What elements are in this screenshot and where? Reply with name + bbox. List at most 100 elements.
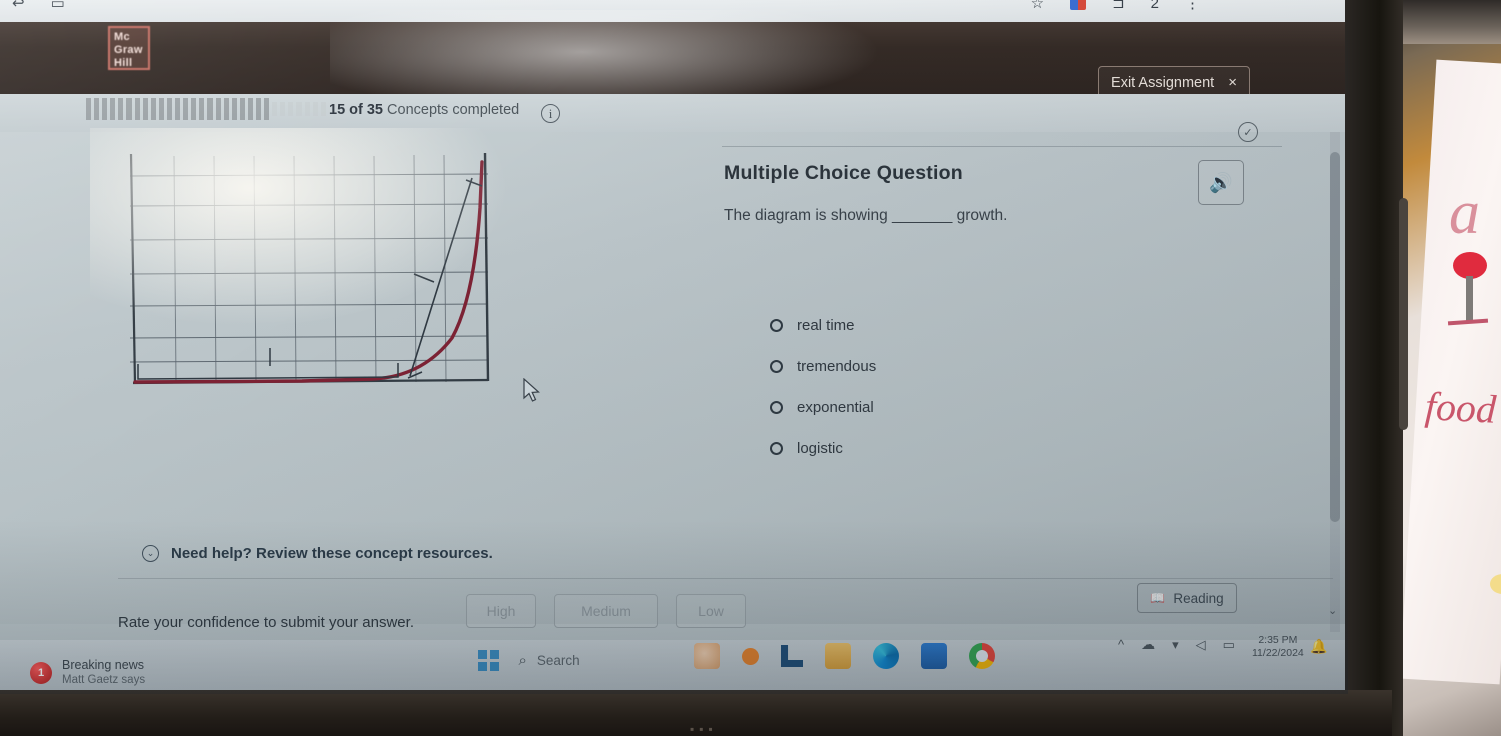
bookmark-icon[interactable]: ☆ — [1031, 0, 1044, 12]
progress-segment — [223, 98, 229, 120]
progress-suffix: Concepts completed — [387, 102, 520, 118]
radio-button-icon[interactable] — [770, 319, 783, 332]
tangent-mid-tick — [413, 273, 435, 283]
news-title: Breaking news — [62, 658, 144, 672]
search-label: Search — [536, 652, 580, 668]
progress-segment — [102, 98, 108, 120]
progress-segment — [175, 98, 181, 120]
chevron-down-icon[interactable]: ⌄ — [142, 545, 159, 562]
news-widget[interactable]: 1 Breaking news Matt Gaetz says — [30, 658, 145, 688]
logo-line-1: Mc — [114, 31, 130, 43]
windows-start-icon[interactable] — [478, 650, 499, 671]
laptop-bezel-right — [1345, 0, 1403, 736]
progress-segment — [166, 98, 173, 120]
reading-label: Reading — [1173, 590, 1224, 606]
lseat-icon[interactable] — [781, 645, 803, 667]
answer-option-label: real time — [797, 317, 855, 334]
reading-button[interactable]: 📖 Reading — [1137, 583, 1237, 613]
pumpkin-icon[interactable] — [742, 647, 759, 665]
laptop-screen: ↩ ▭ ☆ ⊐ 2 ⋮ Mc Graw Hill Exit Assignment… — [0, 0, 1348, 694]
keyboard-edge: ▪▪▪ — [690, 722, 718, 736]
answer-option-3[interactable]: logistic — [770, 428, 876, 469]
answer-option-label: logistic — [797, 440, 843, 457]
confidence-high-button[interactable]: High — [466, 594, 536, 628]
mouse-cursor — [523, 378, 540, 402]
progress-segment — [304, 102, 310, 116]
back-arrow-icon[interactable]: ↩ — [12, 0, 25, 12]
confidence-low-button[interactable]: Low — [676, 594, 746, 628]
progress-segment — [158, 98, 164, 120]
answer-option-label: exponential — [797, 399, 874, 416]
chart-y-axis — [129, 153, 137, 385]
answer-option-1[interactable]: tremendous — [770, 346, 876, 387]
weather-icon[interactable] — [694, 643, 720, 669]
clock-date: 11/22/2024 — [1252, 647, 1304, 659]
tangent-line-annotation — [409, 177, 473, 377]
browser-left-controls[interactable]: ↩ ▭ — [12, 0, 65, 12]
account-icon[interactable]: 2 — [1151, 0, 1159, 12]
progress-segment — [255, 98, 262, 120]
taskbar-clock[interactable]: 2:35 PM 11/22/2024 — [1252, 634, 1304, 660]
chevron-up-icon[interactable]: ^ — [1118, 637, 1124, 652]
answer-option-2[interactable]: exponential — [770, 387, 876, 428]
progress-segment — [288, 102, 294, 116]
progress-count: 15 of 35 — [329, 102, 383, 118]
chart-right-border — [483, 152, 490, 382]
browser-right-controls[interactable]: ☆ ⊐ 2 ⋮ — [1031, 0, 1200, 12]
radio-button-icon[interactable] — [770, 401, 783, 414]
footer-divider — [118, 578, 1333, 579]
progress-segment — [126, 98, 132, 120]
info-icon[interactable]: i — [541, 104, 560, 123]
chart-svg — [129, 152, 490, 385]
volume-icon[interactable]: ◁ — [1196, 637, 1206, 653]
progress-segment — [239, 98, 245, 120]
answer-options-list[interactable]: real time tremendous exponential logistic — [770, 305, 876, 469]
menu-icon[interactable]: ⋮ — [1185, 0, 1200, 12]
progress-segment — [312, 102, 318, 116]
folder-icon[interactable] — [825, 643, 851, 669]
desk-top-shadow — [1392, 0, 1501, 44]
extensions-icon[interactable] — [1070, 0, 1087, 10]
taskbar-apps[interactable] — [694, 643, 995, 669]
wifi-icon[interactable]: ▾ — [1172, 637, 1179, 653]
progress-segment — [142, 98, 148, 120]
tab-icon[interactable]: ▭ — [51, 0, 65, 12]
edge-icon[interactable] — [873, 643, 899, 669]
confidence-buttons[interactable]: High Medium Low — [466, 594, 746, 628]
confidence-medium-button[interactable]: Medium — [554, 594, 658, 628]
logo-line-3: Hill — [114, 57, 133, 69]
progress-segment — [199, 98, 205, 120]
speaker-icon: 🔊 — [1209, 172, 1233, 194]
news-subtitle: Matt Gaetz says — [62, 674, 146, 686]
taskbar-center[interactable]: ⌕ Search — [478, 650, 580, 671]
concept-resources-label: Need help? Review these concept resource… — [171, 545, 493, 562]
onedrive-icon[interactable]: ☁ — [1141, 636, 1155, 653]
radio-button-icon[interactable] — [770, 442, 783, 455]
answer-option-0[interactable]: real time — [770, 305, 876, 346]
chart-gridlines-vertical — [173, 154, 447, 383]
radio-button-icon[interactable] — [770, 360, 783, 373]
question-stem: The diagram is showing _______ growth. — [724, 207, 1008, 224]
notification-bell-icon[interactable]: 🔔 — [1310, 638, 1327, 655]
answer-option-label: tremendous — [797, 358, 877, 375]
chrome-icon[interactable] — [969, 643, 995, 669]
system-tray[interactable]: ^ ☁ ▾ ◁ ▭ — [1118, 636, 1235, 653]
progress-segment — [231, 98, 237, 120]
lag-phase-bracket — [137, 363, 399, 380]
progress-segment — [320, 102, 326, 116]
progress-segment — [94, 98, 100, 120]
profile-icon[interactable]: ⊐ — [1112, 0, 1125, 12]
read-aloud-button[interactable]: 🔊 — [1198, 160, 1244, 205]
mcgraw-hill-logo[interactable]: Mc Graw Hill — [108, 26, 150, 70]
battery-icon[interactable]: ▭ — [1223, 637, 1235, 653]
taskbar-search[interactable]: ⌕ Search — [519, 652, 580, 669]
page-scrollbar-thumb[interactable] — [1330, 152, 1340, 522]
handwritten-word-food: food — [1423, 383, 1498, 432]
progress-segment — [183, 98, 189, 120]
close-icon[interactable]: × — [1228, 74, 1237, 91]
progress-segment — [191, 98, 197, 120]
timer-check-icon[interactable]: ✓ — [1238, 122, 1258, 142]
exit-assignment-label: Exit Assignment — [1111, 74, 1215, 91]
store-icon[interactable] — [921, 643, 947, 669]
concept-resources-row[interactable]: ⌄ Need help? Review these concept resour… — [142, 545, 493, 562]
